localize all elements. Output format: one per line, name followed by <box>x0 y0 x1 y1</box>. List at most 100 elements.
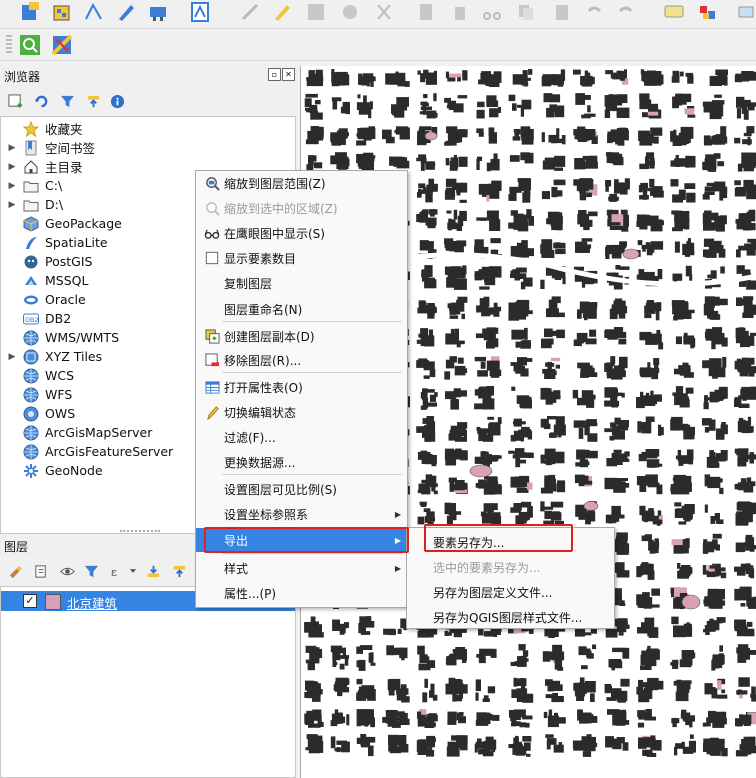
rollback-icon[interactable] <box>338 0 362 24</box>
add-raster-icon[interactable] <box>50 0 74 24</box>
browser-item-label: XYZ Tiles <box>45 349 103 364</box>
context-menu-item[interactable]: 设置坐标参照系 ▶ <box>196 502 407 526</box>
layer-name: 北京建筑 <box>67 596 118 611</box>
context-menu-item[interactable]: 设置图层可见比例(S) <box>196 477 407 501</box>
browser-item-label: 主目录 <box>45 160 83 175</box>
context-menu-item[interactable]: 创建图层副本(D) <box>196 324 407 348</box>
layer-visibility-checkbox[interactable]: ✓ <box>23 594 37 608</box>
add-feature-icon[interactable] <box>188 0 212 24</box>
layers-list[interactable]: ✓ 北京建筑 <box>0 586 296 778</box>
clipboard-icon[interactable] <box>550 0 574 24</box>
expand-arrow-icon[interactable]: ▶ <box>5 162 19 172</box>
export-submenu-item-label: 另存为图层定义文件... <box>433 585 553 600</box>
undo-icon[interactable] <box>582 0 606 24</box>
visibility-eye-icon[interactable] <box>58 562 76 580</box>
toolbar-grip[interactable] <box>6 35 12 55</box>
browser-item[interactable]: 收藏夹 <box>1 119 291 138</box>
context-menu-item-label: 图层重命名(N) <box>224 302 303 317</box>
save-edits-icon[interactable] <box>304 0 328 24</box>
context-menu-item-label: 缩放到选中的区域(Z) <box>224 201 338 216</box>
edit-pencil-icon[interactable] <box>270 0 294 24</box>
context-menu-item[interactable]: 属性...(P) <box>196 581 407 605</box>
pen-icon[interactable] <box>114 0 138 24</box>
context-menu-item-label: 打开属性表(O) <box>224 380 303 395</box>
vertex-tool-icon[interactable] <box>238 0 262 24</box>
submenu-arrow-icon: ▶ <box>394 563 401 573</box>
float-panel-icon[interactable]: ▫ <box>268 68 281 81</box>
georeferencer-icon[interactable] <box>50 33 74 57</box>
context-menu-item-label: 设置坐标参照系 <box>224 507 309 522</box>
label-style-icon[interactable] <box>696 0 720 24</box>
layer-symbol-swatch <box>45 594 61 610</box>
panel-splitter[interactable] <box>120 530 160 536</box>
browser-item-label: PostGIS <box>45 254 93 269</box>
cut-tool-icon[interactable] <box>372 0 396 24</box>
new-layer-icon[interactable] <box>18 0 42 24</box>
context-menu-item-label: 显示要素数目 <box>224 251 297 266</box>
paste-icon[interactable] <box>414 0 438 24</box>
context-menu-item-label: 属性...(P) <box>224 586 277 601</box>
context-menu-item[interactable]: 移除图层(R)... <box>196 348 407 372</box>
db2-icon: DB2 <box>23 311 39 327</box>
folder-icon <box>23 178 39 194</box>
annotation-box-export <box>204 527 409 553</box>
expand-arrow-icon[interactable]: ▶ <box>5 143 19 153</box>
context-menu-item[interactable]: 复制图层 <box>196 271 407 295</box>
browser-item-label: ArcGisFeatureServer <box>45 444 174 459</box>
context-menu-item[interactable]: 过滤(F)... <box>196 425 407 449</box>
home-icon <box>23 159 39 175</box>
export-submenu-item[interactable]: 另存为QGIS图层样式文件... <box>407 605 614 629</box>
browser-item-label: WCS <box>45 368 75 383</box>
context-menu-item[interactable]: 显示要素数目 <box>196 246 407 270</box>
label-abc-icon[interactable] <box>662 0 686 24</box>
browser-item-label: DB2 <box>45 311 72 326</box>
add-group-icon[interactable] <box>32 562 50 580</box>
layer-filter-icon[interactable] <box>82 562 100 580</box>
toggle-editing-icon[interactable] <box>146 0 170 24</box>
expand-all-icon[interactable] <box>144 562 162 580</box>
filter-icon[interactable] <box>58 92 76 110</box>
collapse-all-layers-icon[interactable] <box>170 562 188 580</box>
menu-separator <box>222 474 402 475</box>
close-panel-icon[interactable]: ✕ <box>282 68 295 81</box>
scissors-icon[interactable] <box>480 0 504 24</box>
dropdown-arrow-icon[interactable] <box>124 562 142 580</box>
context-menu-item[interactable]: 缩放到图层范围(Z) <box>196 171 407 195</box>
context-menu-item-label: 移除图层(R)... <box>224 353 302 368</box>
browser-item-label: SpatiaLite <box>45 235 108 250</box>
context-menu-item[interactable]: 更换数据源... <box>196 450 407 474</box>
info-icon[interactable] <box>108 92 126 110</box>
context-menu-item-label: 过滤(F)... <box>224 430 276 445</box>
digitize-icon[interactable] <box>82 0 106 24</box>
browser-item-label: ArcGisMapServer <box>45 425 153 440</box>
redo-icon[interactable] <box>614 0 638 24</box>
xyz-tiles-icon <box>23 349 39 365</box>
browser-item[interactable]: ▶ 空间书签 <box>1 138 291 157</box>
context-menu-item[interactable]: 图层重命名(N) <box>196 297 407 321</box>
context-menu-item[interactable]: 打开属性表(O) <box>196 375 407 399</box>
mssql-icon <box>23 273 39 289</box>
collapse-all-icon[interactable] <box>84 92 102 110</box>
label-pin-icon[interactable] <box>734 0 756 24</box>
context-menu-item[interactable]: 切换编辑状态 <box>196 400 407 424</box>
copy-icon[interactable] <box>514 0 538 24</box>
refresh-icon[interactable] <box>32 92 50 110</box>
export-submenu-item[interactable]: 另存为图层定义文件... <box>407 580 614 604</box>
context-menu-item: 缩放到选中的区域(Z) <box>196 196 407 220</box>
context-menu-item[interactable]: 样式 ▶ <box>196 556 407 580</box>
context-menu-item-label: 创建图层副本(D) <box>224 329 315 344</box>
svg-text:ε: ε <box>110 566 116 579</box>
style-panel-icon[interactable] <box>6 562 24 580</box>
context-menu-item-label: 样式 <box>224 561 249 576</box>
add-selected-layers-icon[interactable] <box>6 92 24 110</box>
search-zoom-icon[interactable] <box>18 33 42 57</box>
expand-arrow-icon[interactable]: ▶ <box>5 352 19 362</box>
star-icon <box>23 120 39 137</box>
expand-arrow-icon[interactable]: ▶ <box>5 200 19 210</box>
browser-item-label: GeoNode <box>45 463 103 478</box>
browser-item-label: OWS <box>45 406 76 421</box>
expand-arrow-icon[interactable]: ▶ <box>5 181 19 191</box>
delete-icon[interactable] <box>448 0 472 24</box>
context-menu-item-label: 更换数据源... <box>224 455 296 470</box>
context-menu-item[interactable]: 在鹰眼图中显示(S) <box>196 221 407 245</box>
